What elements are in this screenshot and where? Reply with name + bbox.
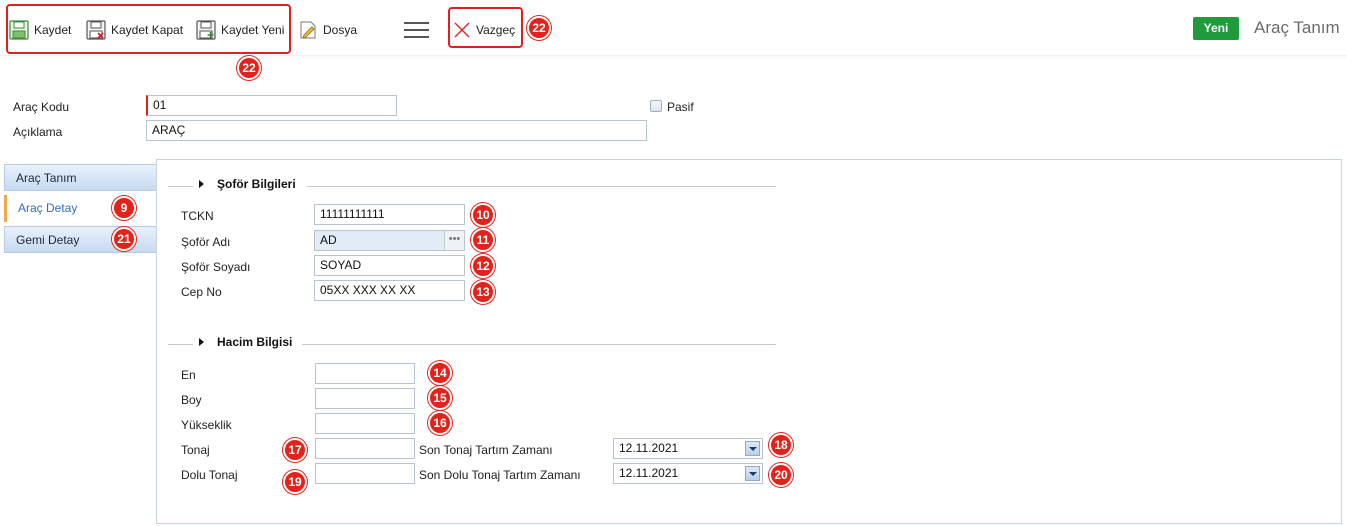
full-tonnage-input[interactable]: [315, 463, 415, 484]
page-title: Araç Tanım: [1254, 18, 1340, 37]
callout-badge: 17: [283, 438, 307, 462]
tckn-label: TCKN: [181, 209, 214, 223]
description-input[interactable]: ARAÇ: [146, 120, 647, 141]
menu-icon[interactable]: [404, 21, 430, 39]
length-label: Boy: [181, 393, 202, 407]
passive-label: Pasif: [667, 100, 694, 114]
callout-badge-vehicle-detail: 9: [112, 196, 136, 220]
callout-badge: 13: [471, 280, 495, 304]
section-divider: [168, 344, 193, 345]
ellipsis-icon[interactable]: •••: [444, 231, 464, 250]
callout-badge-cancel: 22: [527, 16, 551, 40]
last-tonnage-weighing-label: Son Tonaj Tartım Zamanı: [419, 443, 553, 457]
callout-badge: 19: [283, 470, 307, 494]
section-divider: [302, 344, 776, 345]
callout-badge: 16: [428, 411, 452, 435]
last-tonnage-weighing-value: 12.11.2021: [619, 441, 679, 455]
callout-badge: 20: [769, 463, 793, 487]
highlight-save-group: [6, 4, 291, 54]
width-label: En: [181, 368, 196, 382]
section-divider: [307, 186, 776, 187]
mobile-input[interactable]: 05XX XXX XX XX: [314, 280, 465, 301]
width-input[interactable]: [315, 363, 415, 384]
callout-badge: 15: [428, 386, 452, 410]
height-label: Yükseklik: [181, 418, 232, 432]
collapse-arrow-icon[interactable]: [199, 338, 204, 346]
height-input[interactable]: [315, 413, 415, 434]
driver-surname-label: Şoför Soyadı: [181, 260, 251, 274]
callout-badge: 11: [471, 228, 495, 252]
new-button[interactable]: Yeni: [1193, 17, 1239, 40]
driver-name-lookup[interactable]: AD •••: [314, 230, 465, 251]
dropdown-arrow-icon[interactable]: [745, 441, 760, 456]
vehicle-code-input[interactable]: 01: [146, 95, 397, 116]
callout-badge: 14: [428, 361, 452, 385]
callout-badge: 18: [769, 433, 793, 457]
callout-badge: 12: [471, 254, 495, 278]
last-full-tonnage-weighing-value: 12.11.2021: [619, 466, 679, 480]
full-tonnage-label: Dolu Tonaj: [181, 468, 238, 482]
length-input[interactable]: [315, 388, 415, 409]
callout-badge: 10: [471, 203, 495, 227]
tab-vehicle-definition[interactable]: Araç Tanım: [4, 164, 157, 191]
passive-checkbox[interactable]: [650, 100, 662, 112]
driver-name-value: AD: [320, 233, 337, 247]
driver-surname-input[interactable]: SOYAD: [314, 255, 465, 276]
callout-badge-ship-detail: 21: [112, 227, 136, 251]
last-full-tonnage-weighing-date[interactable]: 12.11.2021: [613, 463, 763, 484]
toolbar: Kaydet Kaydet Kapat Kaydet Yeni 22 Dosya: [0, 0, 1347, 80]
file-label: Dosya: [323, 23, 358, 37]
file-edit-icon: [300, 21, 316, 39]
tonnage-input[interactable]: [315, 438, 415, 459]
tckn-input[interactable]: 11111111111: [314, 204, 465, 225]
highlight-cancel: [448, 7, 523, 48]
mobile-label: Cep No: [181, 285, 222, 299]
tonnage-label: Tonaj: [181, 443, 210, 457]
section-divider: [168, 186, 193, 187]
description-label: Açıklama: [13, 125, 63, 139]
callout-badge-save-group: 22: [237, 56, 261, 80]
dropdown-arrow-icon[interactable]: [745, 466, 760, 481]
driver-section-title: Şoför Bilgileri: [217, 177, 296, 191]
last-full-tonnage-weighing-label: Son Dolu Tonaj Tartım Zamanı: [419, 468, 581, 482]
file-button[interactable]: Dosya: [298, 19, 357, 41]
driver-name-label: Şoför Adı: [181, 235, 231, 249]
last-tonnage-weighing-date[interactable]: 12.11.2021: [613, 438, 763, 459]
vehicle-code-label: Araç Kodu: [13, 100, 70, 114]
volume-section-title: Hacim Bilgisi: [217, 335, 293, 349]
collapse-arrow-icon[interactable]: [199, 180, 204, 188]
